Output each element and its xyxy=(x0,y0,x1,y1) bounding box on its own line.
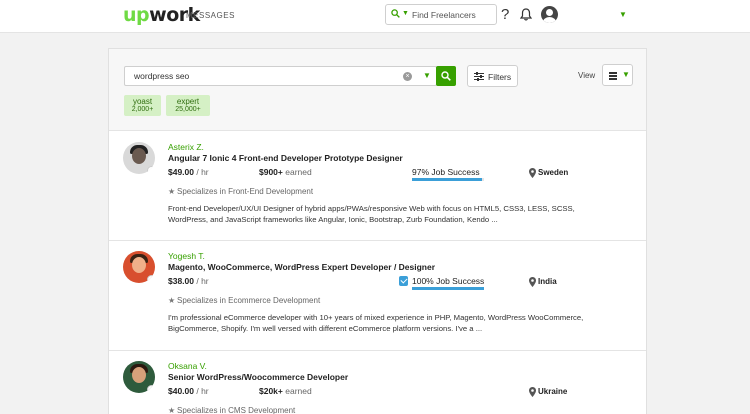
top-navigation: upwork MESSAGES ▼ Find Freelancers ? ▼ xyxy=(0,0,750,33)
freelancer-title[interactable]: Senior WordPress/Woocommerce Developer xyxy=(168,372,348,382)
suggested-skill-chip[interactable]: expert 25,000+ xyxy=(166,95,210,116)
freelancer-avatar[interactable] xyxy=(123,142,155,174)
map-pin-icon xyxy=(529,387,536,397)
search-dropdown-chevron-icon[interactable]: ▼ xyxy=(423,71,431,80)
bell-icon[interactable] xyxy=(520,8,532,21)
map-pin-icon xyxy=(529,168,536,178)
star-icon: ★ xyxy=(168,296,176,305)
filters-label: Filters xyxy=(488,72,512,82)
search-query-input[interactable]: wordpress seo × ▼ xyxy=(124,66,437,86)
freelancer-country: Sweden xyxy=(538,168,569,177)
total-earned: $900+ earned xyxy=(259,167,312,177)
freelancer-title[interactable]: Angular 7 Ionic 4 Front-end Developer Pr… xyxy=(168,153,403,163)
user-avatar-icon[interactable] xyxy=(541,6,558,23)
online-status-dot xyxy=(147,275,155,283)
freelancer-name[interactable]: Asterix Z. xyxy=(168,142,204,152)
freelancer-avatar[interactable] xyxy=(123,251,155,283)
search-icon xyxy=(391,9,400,18)
help-icon[interactable]: ? xyxy=(501,6,509,23)
chip-label: yoast xyxy=(132,97,153,106)
search-submit-button[interactable] xyxy=(436,66,456,86)
freelancer-description: I'm professional eCommerce developer wit… xyxy=(168,313,584,333)
online-status-dot xyxy=(147,385,155,393)
job-success-bar xyxy=(412,178,484,181)
find-freelancers-search[interactable]: ▼ Find Freelancers xyxy=(385,4,497,25)
job-success-bar xyxy=(412,287,484,290)
chevron-down-icon[interactable]: ▼ xyxy=(402,10,409,17)
chip-count: 2,000+ xyxy=(131,106,154,113)
search-query-value: wordpress seo xyxy=(134,71,190,81)
freelancer-country: India xyxy=(538,277,557,286)
search-controls: wordpress seo × ▼ Filters View ▼ yoast 2… xyxy=(109,49,646,131)
search-results-card: wordpress seo × ▼ Filters View ▼ yoast 2… xyxy=(108,48,647,414)
freelancer-row[interactable]: Yogesh T. Magento, WooCommerce, WordPres… xyxy=(109,241,646,351)
map-pin-icon xyxy=(529,277,536,287)
clear-search-icon[interactable]: × xyxy=(403,72,412,81)
specialization: Specializes in Ecommerce Development xyxy=(177,296,321,305)
total-earned: $20k+ earned xyxy=(259,386,312,396)
hourly-rate: $49.00 / hr xyxy=(168,167,209,177)
search-icon xyxy=(441,71,451,81)
freelancer-description: Front-end Developer/UX/UI Designer of hy… xyxy=(168,204,575,224)
filters-button[interactable]: Filters xyxy=(467,65,518,87)
badge-check-icon xyxy=(399,276,408,286)
specialization: Specializes in CMS Development xyxy=(177,406,296,414)
specialization: Specializes in Front-End Development xyxy=(177,187,314,196)
chip-count: 25,000+ xyxy=(175,106,201,113)
freelancer-row[interactable]: Oksana V. Senior WordPress/Woocommerce D… xyxy=(109,351,646,414)
list-view-icon xyxy=(609,72,617,81)
freelancer-name[interactable]: Yogesh T. xyxy=(168,251,205,261)
freelancer-name[interactable]: Oksana V. xyxy=(168,361,207,371)
freelancer-country: Ukraine xyxy=(538,387,568,396)
hourly-rate: $38.00 / hr xyxy=(168,276,209,286)
freelancer-avatar[interactable] xyxy=(123,361,155,393)
freelancer-row[interactable]: Asterix Z. Angular 7 Ionic 4 Front-end D… xyxy=(109,132,646,241)
account-dropdown-chevron-icon[interactable]: ▼ xyxy=(619,10,627,19)
sliders-icon xyxy=(474,72,484,81)
suggested-skill-chip[interactable]: yoast 2,000+ xyxy=(124,95,161,116)
chevron-down-icon: ▼ xyxy=(622,70,630,79)
view-label: View xyxy=(578,71,596,80)
freelancer-title[interactable]: Magento, WooCommerce, WordPress Expert D… xyxy=(168,262,435,272)
chip-label: expert xyxy=(176,97,200,106)
hourly-rate: $40.00 / hr xyxy=(168,386,209,396)
nav-messages-link[interactable]: MESSAGES xyxy=(186,11,235,20)
view-toggle-button[interactable]: ▼ xyxy=(602,64,633,86)
job-success-label: 100% Job Success xyxy=(412,276,485,286)
star-icon: ★ xyxy=(168,406,176,414)
job-success-label: 97% Job Success xyxy=(412,167,480,177)
search-placeholder: Find Freelancers xyxy=(412,10,476,20)
star-icon: ★ xyxy=(168,187,176,196)
online-status-dot xyxy=(147,166,155,174)
